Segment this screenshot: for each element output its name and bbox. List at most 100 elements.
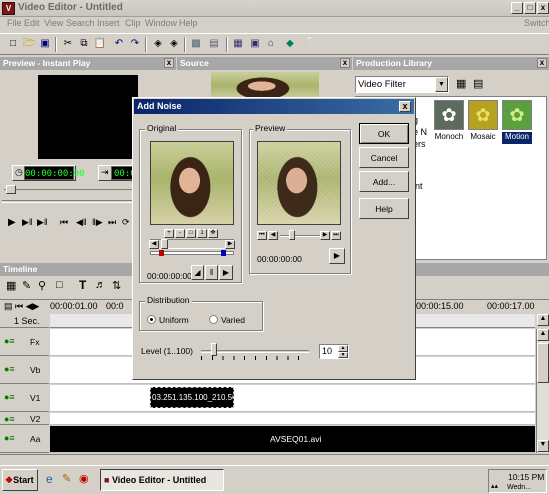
- actual-size-icon[interactable]: 1: [197, 229, 207, 238]
- library-close-icon[interactable]: x: [537, 58, 547, 68]
- menu-edit[interactable]: Edit: [24, 18, 40, 28]
- scrub-left-icon[interactable]: ◀: [149, 240, 159, 249]
- track-visible-icon[interactable]: ●≡: [4, 392, 15, 402]
- ok-button[interactable]: OK: [359, 123, 409, 144]
- motion-filter-icon[interactable]: ✿: [502, 100, 532, 130]
- repeat-icon[interactable]: ⟳: [122, 217, 130, 228]
- scrub-right-icon[interactable]: ▶: [225, 240, 235, 249]
- level-input[interactable]: 10 ▲ ▼: [319, 344, 349, 359]
- find-icon[interactable]: ◈: [151, 37, 165, 51]
- copy-icon[interactable]: ⧉: [77, 37, 91, 51]
- close-button[interactable]: x: [537, 2, 549, 14]
- menu-help[interactable]: Help: [179, 18, 198, 28]
- menu-search[interactable]: Search: [66, 18, 95, 28]
- menu-clip[interactable]: Clip: [125, 18, 141, 28]
- uniform-radio[interactable]: [147, 315, 156, 324]
- preview-start-icon[interactable]: ⏮: [257, 231, 267, 240]
- play-icon[interactable]: ▶: [8, 217, 16, 228]
- properties-icon[interactable]: ▣: [248, 37, 262, 51]
- play-range-icon[interactable]: ▶‖: [22, 217, 33, 228]
- track-header-v1[interactable]: ●≡ V1: [0, 385, 49, 412]
- save-icon[interactable]: ▣: [38, 37, 52, 51]
- maximize-button[interactable]: □: [524, 2, 536, 14]
- clock[interactable]: 10:15 PM: [508, 472, 544, 482]
- fit-icon[interactable]: □: [186, 229, 196, 238]
- level-slider-thumb[interactable]: [211, 343, 218, 356]
- document-icon[interactable]: □: [56, 279, 63, 291]
- split-icon[interactable]: ⇅: [112, 279, 121, 292]
- play-loop-icon[interactable]: ▶‖: [37, 217, 48, 228]
- dialog-close-icon[interactable]: x: [399, 101, 411, 112]
- paste-icon[interactable]: 📋: [93, 37, 107, 51]
- next-frame-icon[interactable]: ‖▶: [92, 217, 103, 228]
- track-visible-icon[interactable]: ●≡: [4, 364, 15, 374]
- preview-next-icon[interactable]: ▶: [320, 231, 330, 240]
- zoom-in-icon[interactable]: +: [164, 229, 174, 238]
- menu-view[interactable]: View: [44, 18, 63, 28]
- text-icon[interactable]: T: [79, 278, 86, 292]
- track-v1[interactable]: 03.251.135.100_210.50: [50, 385, 535, 412]
- help-button[interactable]: Help: [359, 198, 409, 219]
- scroll-down-icon[interactable]: ▼: [537, 440, 549, 452]
- start-button[interactable]: ❖Start: [2, 469, 38, 491]
- mark-out-icon[interactable]: ‖: [205, 265, 218, 280]
- preview-end-icon[interactable]: ⏭: [331, 231, 341, 240]
- library-icon[interactable]: ▦: [231, 37, 245, 51]
- chevron-down-icon[interactable]: ▼: [435, 77, 448, 92]
- varied-radio[interactable]: [209, 315, 218, 324]
- menu-insert[interactable]: Insert: [97, 18, 120, 28]
- media-icon[interactable]: ◉: [79, 472, 89, 485]
- source-panel-close-icon[interactable]: x: [340, 58, 350, 68]
- find-next-icon[interactable]: ◈: [167, 37, 181, 51]
- pen-icon[interactable]: ✎: [22, 279, 31, 292]
- preview-prev-icon[interactable]: ◀: [268, 231, 278, 240]
- v1-clip[interactable]: 03.251.135.100_210.50: [150, 387, 234, 408]
- layout-icon[interactable]: ⌂: [264, 37, 278, 51]
- mosaic-filter-icon[interactable]: ✿: [468, 100, 498, 130]
- speaker-icon[interactable]: ♬: [95, 279, 106, 291]
- scroll-thumb[interactable]: [537, 343, 549, 383]
- go-end-button-icon[interactable]: ⏭: [108, 217, 116, 228]
- preview-play-icon[interactable]: ▶: [329, 248, 345, 264]
- switch-link[interactable]: Switch: [524, 18, 549, 28]
- zoom-icon[interactable]: ⚲: [38, 279, 46, 292]
- browser-icon[interactable]: e: [46, 472, 53, 486]
- timeline-hscroll[interactable]: [0, 454, 549, 465]
- mark-in-icon[interactable]: ◢: [191, 265, 204, 280]
- scroll-up-icon[interactable]: ▲: [537, 329, 549, 341]
- add-button[interactable]: Add...: [359, 171, 409, 192]
- tray-icon[interactable]: ▴▴: [491, 482, 498, 490]
- spin-up-icon[interactable]: ▲: [338, 345, 348, 352]
- menu-window[interactable]: Window: [145, 18, 177, 28]
- preview-scrub-handle[interactable]: [289, 230, 295, 240]
- range-start-marker[interactable]: [159, 250, 164, 256]
- library-list-icon[interactable]: ▤: [473, 77, 487, 91]
- track-visible-icon[interactable]: ●≡: [4, 433, 15, 443]
- uniform-label[interactable]: Uniform: [159, 315, 189, 325]
- scrub-handle[interactable]: [6, 185, 16, 194]
- go-start-icon[interactable]: ⏮: [60, 217, 68, 228]
- track-header-vb[interactable]: ●≡ Vb: [0, 357, 49, 384]
- effect-icon[interactable]: ◆: [283, 37, 297, 51]
- spin-down-icon[interactable]: ▼: [338, 352, 348, 358]
- library-view-icon[interactable]: ▦: [456, 77, 470, 91]
- menu-file[interactable]: File: [7, 18, 22, 28]
- aa-clip[interactable]: AVSEQ01.avi: [270, 434, 321, 444]
- undo-icon[interactable]: ↶: [112, 37, 126, 51]
- original-scrub-handle[interactable]: [161, 239, 168, 249]
- task-video-editor[interactable]: ■ Video Editor - Untitled: [100, 469, 224, 491]
- monochrome-filter-icon[interactable]: ✿: [434, 100, 464, 130]
- track-visible-icon[interactable]: ●≡: [4, 336, 15, 346]
- track-v2[interactable]: [50, 413, 535, 425]
- new-icon[interactable]: □: [6, 37, 20, 51]
- timeline-expand-icon[interactable]: ▲: [537, 314, 549, 326]
- prev-frame-icon[interactable]: ◀‖: [76, 217, 87, 228]
- capture-icon[interactable]: ▩: [189, 37, 203, 51]
- zoom-level-box[interactable]: 1 Sec.: [0, 314, 49, 328]
- varied-label[interactable]: Varied: [221, 315, 245, 325]
- open-icon[interactable]: 🗁: [22, 37, 36, 51]
- track-header-aa[interactable]: ●≡ Aa: [0, 426, 49, 453]
- minimize-button[interactable]: _: [511, 2, 523, 14]
- quicklaunch-icon[interactable]: ✎: [62, 472, 71, 485]
- category-select[interactable]: Video Filter ▼: [355, 76, 449, 93]
